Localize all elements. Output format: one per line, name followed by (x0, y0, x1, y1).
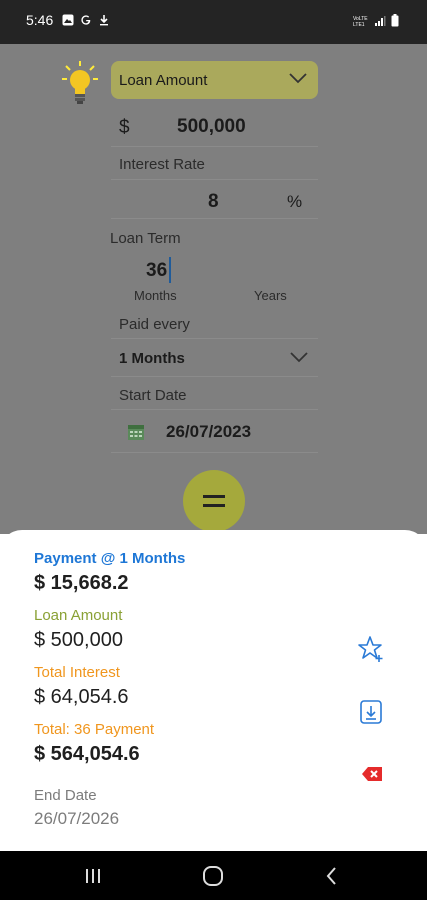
payment-value: $ 15,668.2 (34, 572, 129, 594)
paid-every-underline (111, 376, 318, 377)
download-icon (100, 15, 108, 26)
svg-text:LTE1: LTE1 (353, 22, 365, 27)
total-payment-value: $ 564,054.6 (34, 743, 140, 765)
loan-amount-value: $ 500,000 (34, 629, 123, 651)
total-interest-label: Total Interest (34, 664, 120, 681)
total-payment-label: Total: 36 Payment (34, 721, 155, 738)
status-bar: 5:46 VoLTE LTE1 (0, 0, 427, 44)
interest-rate-input[interactable]: 8 (208, 191, 219, 213)
paid-every-divider (111, 338, 318, 339)
calc-type-label: Loan Amount (119, 72, 208, 89)
term-unit-years[interactable]: Years (254, 288, 287, 303)
loan-term-input[interactable]: 36 (146, 260, 167, 282)
end-date-value: 26/07/2026 (34, 809, 120, 828)
recent-apps-icon[interactable] (84, 867, 102, 885)
status-icons-right: VoLTE LTE1 (353, 14, 399, 27)
delete-button[interactable] (357, 759, 387, 789)
currency-symbol: $ (119, 117, 130, 138)
navigation-bar (0, 851, 427, 900)
battery-icon (391, 14, 399, 27)
calculate-button[interactable] (183, 470, 245, 532)
paid-every-label: Paid every (119, 316, 190, 333)
calc-type-dropdown[interactable]: Loan Amount (111, 61, 318, 99)
volte-icon: VoLTE LTE1 (353, 16, 368, 27)
delete-icon (362, 767, 382, 781)
payment-label: Payment @ 1 Months (34, 550, 186, 567)
signal-icon (375, 15, 386, 26)
gallery-icon (62, 14, 74, 26)
status-time: 5:46 (26, 12, 54, 28)
start-date-label: Start Date (119, 387, 187, 404)
back-icon[interactable] (323, 866, 341, 886)
chevron-down-icon (289, 73, 307, 84)
start-date-underline (111, 452, 318, 453)
favorite-button[interactable] (356, 634, 386, 664)
loan-term-label: Loan Term (110, 230, 181, 247)
calendar-icon[interactable] (127, 423, 145, 441)
start-date-input[interactable]: 26/07/2023 (166, 422, 251, 442)
save-button[interactable] (356, 697, 386, 727)
paid-every-dropdown[interactable]: 1 Months (119, 350, 185, 367)
home-icon[interactable] (202, 865, 224, 887)
end-date-label: End Date (34, 787, 97, 804)
term-unit-months[interactable]: Months (134, 288, 177, 303)
star-add-icon (358, 636, 383, 662)
start-date-divider (111, 409, 318, 410)
total-interest-value: $ 64,054.6 (34, 686, 129, 708)
save-icon (360, 700, 382, 724)
google-icon (81, 15, 91, 25)
interest-underline (111, 218, 318, 219)
amount-underline (111, 146, 318, 147)
equals-icon (203, 495, 225, 507)
text-cursor (169, 257, 171, 283)
interest-rate-label: Interest Rate (119, 156, 205, 173)
interest-divider (111, 179, 318, 180)
percent-symbol: % (287, 192, 303, 211)
loan-amount-label: Loan Amount (34, 607, 123, 624)
status-icons-left (62, 14, 110, 26)
lightbulb-icon[interactable] (60, 60, 100, 106)
loan-amount-input[interactable]: 500,000 (177, 116, 246, 138)
chevron-down-icon[interactable] (289, 350, 309, 364)
